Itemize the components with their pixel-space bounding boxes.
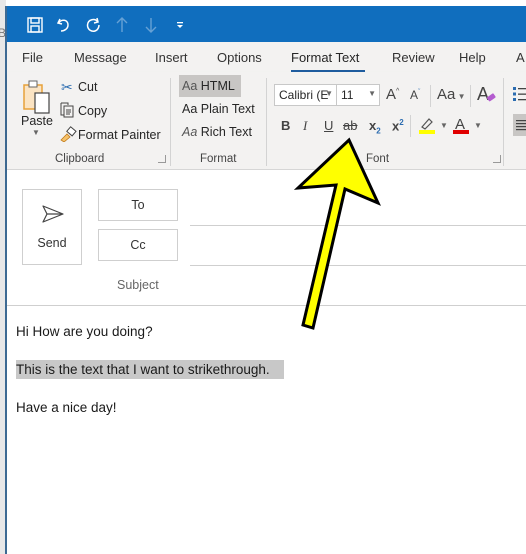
font-name-value: Calibri (E: [279, 88, 329, 102]
font-size-value: 11: [341, 88, 354, 102]
send-button[interactable]: Send: [22, 189, 82, 265]
grow-font-button[interactable]: A^: [386, 86, 399, 103]
format-rich-prefix: Aa: [182, 125, 198, 139]
underline-button[interactable]: U: [324, 118, 333, 133]
send-icon: [42, 205, 64, 223]
highlight-color-icon[interactable]: [418, 116, 436, 139]
separator: [470, 85, 471, 107]
format-html-option[interactable]: Aa HTML: [182, 79, 235, 93]
format-rich-text-option[interactable]: Aa Rich Text: [182, 125, 252, 139]
group-separator: [503, 78, 504, 166]
send-label: Send: [37, 236, 67, 250]
svg-text:A: A: [477, 84, 489, 104]
format-plain-text-option[interactable]: Aa Plain Text: [182, 102, 255, 116]
tab-options[interactable]: Options: [217, 50, 262, 65]
tab-insert[interactable]: Insert: [155, 50, 188, 65]
paste-button[interactable]: Paste: [21, 114, 53, 128]
scissors-icon: ✂: [61, 79, 73, 95]
format-painter-icon: [59, 126, 77, 147]
format-rich-label: Rich Text: [200, 125, 252, 139]
body-line[interactable]: Hi How are you doing?: [16, 324, 153, 339]
separator: [430, 85, 431, 107]
clipboard-dialog-launcher[interactable]: [158, 155, 166, 163]
body-line[interactable]: Have a nice day!: [16, 400, 117, 415]
down-arrow-icon[interactable]: [141, 15, 161, 35]
strikethrough-button[interactable]: ab: [343, 118, 357, 133]
clear-formatting-icon[interactable]: A: [477, 84, 497, 109]
body-line-selected[interactable]: This is the text that I want to striketh…: [16, 360, 284, 379]
format-group-label: Format: [200, 153, 237, 165]
clipboard-group-label: Clipboard: [55, 153, 105, 165]
italic-button[interactable]: I: [303, 118, 307, 134]
change-case-button[interactable]: Aa ▼: [437, 86, 466, 103]
font-dialog-launcher[interactable]: [493, 155, 501, 163]
tab-file[interactable]: File: [22, 50, 43, 65]
font-name-combo[interactable]: Calibri (E ▼: [274, 84, 337, 106]
format-plain-prefix: Aa: [182, 102, 198, 116]
subject-field[interactable]: [7, 305, 526, 306]
cc-button[interactable]: Cc: [98, 229, 178, 261]
up-arrow-icon[interactable]: [112, 15, 132, 35]
font-color-icon[interactable]: A: [452, 116, 470, 139]
font-group-label: Font: [366, 153, 390, 165]
format-html-prefix: Aa: [182, 79, 198, 93]
tab-message[interactable]: Message: [74, 50, 127, 65]
highlight-dropdown-icon[interactable]: ▼: [440, 121, 448, 130]
chevron-down-icon[interactable]: ▼: [325, 89, 333, 98]
subscript-button[interactable]: x2: [369, 118, 381, 136]
group-separator: [266, 78, 267, 166]
bullets-icon[interactable]: [513, 86, 526, 107]
copy-button[interactable]: Copy: [78, 104, 107, 118]
cut-button[interactable]: Cut: [78, 80, 97, 94]
align-left-button[interactable]: [513, 114, 526, 136]
separator: [410, 115, 411, 137]
format-html-label: HTML: [200, 79, 235, 93]
tab-format-text[interactable]: Format Text: [291, 50, 359, 65]
format-plain-label: Plain Text: [200, 102, 255, 116]
customize-toolbar-icon[interactable]: [170, 15, 190, 35]
group-separator: [170, 78, 171, 166]
undo-icon[interactable]: [54, 15, 74, 35]
change-case-label: Aa: [437, 86, 456, 103]
font-color-dropdown-icon[interactable]: ▼: [474, 121, 482, 130]
to-field[interactable]: [190, 225, 526, 226]
superscript-button[interactable]: x2: [392, 118, 404, 133]
to-button[interactable]: To: [98, 189, 178, 221]
format-painter-button[interactable]: Format Painter: [78, 128, 161, 142]
chevron-down-icon[interactable]: ▼: [368, 89, 376, 98]
copy-icon: [59, 102, 75, 123]
redo-icon[interactable]: [83, 15, 103, 35]
selected-text[interactable]: This is the text that I want to striketh…: [16, 360, 284, 379]
font-size-combo[interactable]: 11 ▼: [336, 84, 380, 106]
tab-help[interactable]: Help: [459, 50, 486, 65]
tab-overflow[interactable]: A: [516, 50, 525, 65]
subject-label: Subject: [117, 278, 159, 292]
cc-field[interactable]: [190, 265, 526, 266]
save-icon[interactable]: [25, 15, 45, 35]
paste-dropdown-icon[interactable]: ▼: [32, 128, 40, 137]
shrink-font-button[interactable]: Aˇ: [410, 88, 420, 102]
tab-review[interactable]: Review: [392, 50, 435, 65]
bold-button[interactable]: B: [281, 118, 290, 133]
